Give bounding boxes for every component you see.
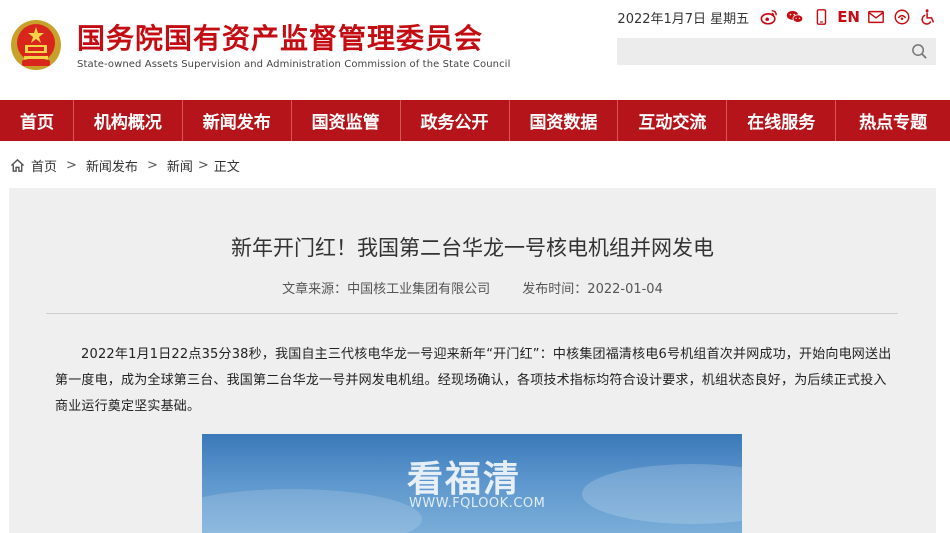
accessibility-care-icon[interactable] (892, 7, 912, 27)
site-title[interactable]: 国务院国有资产监督管理委员会 (77, 22, 483, 56)
nav-item-interaction[interactable]: 互动交流 (618, 100, 728, 141)
breadcrumb-separator: > (146, 157, 158, 173)
wechat-icon[interactable] (785, 7, 805, 27)
breadcrumb-news-release[interactable]: 新闻发布 (86, 156, 138, 175)
breadcrumb-home[interactable]: 首页 (31, 156, 57, 175)
nav-item-state-assets-supervision[interactable]: 国资监管 (292, 100, 401, 141)
site-subtitle: State-owned Assets Supervision and Admin… (77, 59, 511, 70)
current-date: 2022年1月7日 星期五 (617, 11, 750, 27)
article-container: 新年开门红！我国第二台华龙一号核电机组并网发电 文章来源：中国核工业集团有限公司… (9, 188, 936, 533)
article-title: 新年开门红！我国第二台华龙一号核电机组并网发电 (231, 236, 714, 260)
search-input[interactable] (617, 38, 907, 65)
image-watermark-url: WWW.FQLOOK.COM (409, 496, 546, 511)
nav-item-hot-topics[interactable]: 热点专题 (836, 100, 950, 141)
nav-item-state-assets-data[interactable]: 国资数据 (510, 100, 619, 141)
breadcrumb-separator: > (197, 157, 209, 173)
weibo-icon[interactable] (759, 7, 779, 27)
main-nav: 首页 机构概况 新闻发布 国资监管 政务公开 国资数据 互动交流 在线服务 热点… (0, 100, 950, 141)
search-icon[interactable] (911, 43, 928, 60)
article-paragraph: 2022年1月1日22点35分38秒，我国自主三代核电华龙一号迎来新年“开门红”… (55, 347, 892, 414)
wheelchair-icon[interactable] (918, 7, 938, 27)
nav-item-online-services[interactable]: 在线服务 (727, 100, 837, 141)
article-publish-time: 发布时间：2022-01-04 (522, 282, 663, 297)
search-box (617, 38, 936, 65)
mobile-icon[interactable] (811, 7, 831, 27)
image-watermark: 看福清 (407, 459, 522, 500)
nav-item-organization[interactable]: 机构概况 (74, 100, 183, 141)
article-image: 看福清 WWW.FQLOOK.COM (202, 434, 742, 533)
nav-item-news-release[interactable]: 新闻发布 (183, 100, 292, 141)
breadcrumb: 首页 > 新闻发布 > 新闻 > 正文 (10, 155, 240, 175)
mail-icon[interactable] (866, 7, 886, 27)
image-cloud (202, 489, 422, 533)
article-source: 文章来源：中国核工业集团有限公司 (282, 282, 491, 297)
nav-item-home[interactable]: 首页 (0, 100, 74, 141)
top-toolbar: 2022年1月7日 星期五 EN (617, 6, 938, 28)
home-icon (10, 158, 25, 173)
article-meta: 文章来源：中国核工业集团有限公司 发布时间：2022-01-04 (9, 278, 936, 297)
site-header: 国务院国有资产监督管理委员会 State-owned Assets Superv… (0, 0, 950, 100)
breadcrumb-news[interactable]: 新闻 (167, 156, 193, 175)
image-cloud (582, 464, 742, 524)
english-version-link[interactable]: EN (837, 8, 860, 26)
breadcrumb-separator: > (66, 157, 77, 173)
breadcrumb-current: 正文 (213, 159, 240, 175)
title-divider (46, 313, 898, 314)
national-emblem-logo[interactable] (10, 18, 62, 74)
nav-item-government-affairs[interactable]: 政务公开 (401, 100, 510, 141)
